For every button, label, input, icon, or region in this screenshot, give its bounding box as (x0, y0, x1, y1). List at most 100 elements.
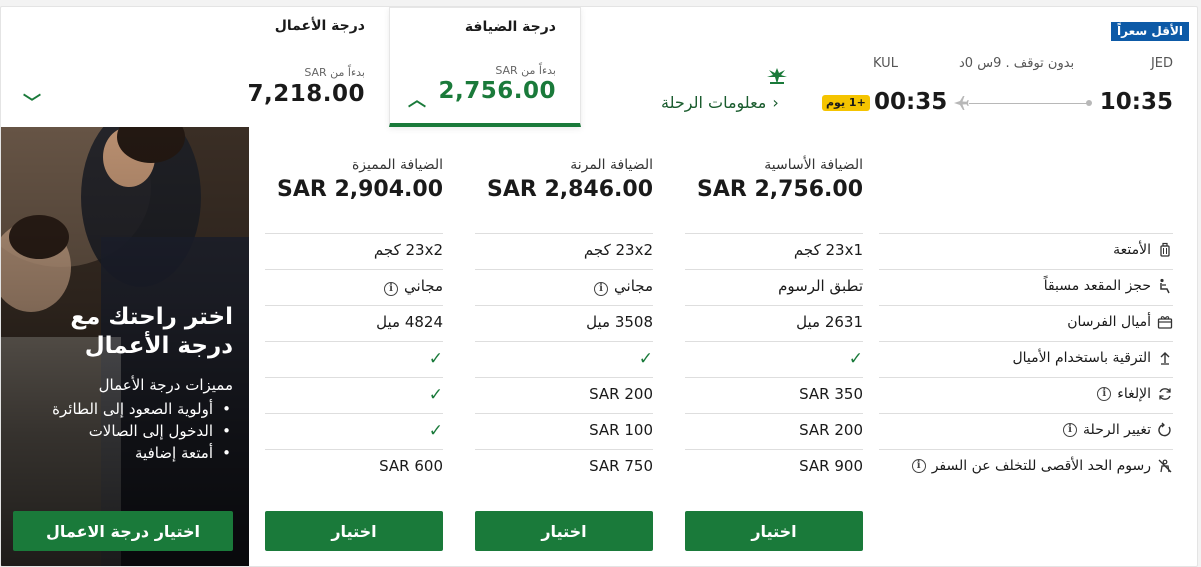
tab-business[interactable]: درجة الأعمال بدءاً من SAR 7,218.00 (248, 7, 381, 127)
fare-price: SAR 2,756.00 (696, 177, 863, 202)
chevron-up-icon: ︿ (408, 90, 426, 111)
fare-cell-value: 2631 ميل (796, 313, 863, 331)
promo-perk-item: الدخول إلى الصالات (33, 420, 233, 442)
fare-flex-header: الضيافة المرنة SAR 2,846.00 (475, 157, 653, 202)
fare-cell-upgrade: ✓ (265, 349, 443, 369)
fare-name: الضيافة الأساسية (764, 157, 863, 173)
fare-cell-value: تطبق الرسوم (778, 277, 863, 295)
arrival-time: 00:35 (874, 89, 948, 115)
upgrade-arrow-icon (1157, 350, 1173, 366)
fare-cell-seat: مجاني i (265, 277, 443, 296)
row-divider (685, 377, 863, 378)
fare-cell-value: 4824 ميل (376, 313, 443, 331)
next-day-badge: +1 يوم (822, 95, 870, 111)
fare-cell-change: ✓ (265, 421, 443, 441)
feature-label: أميال الفرسان (1067, 314, 1151, 330)
fare-cell-value: مجاني (614, 277, 653, 295)
info-icon[interactable]: i (594, 282, 609, 296)
tab-business-title: درجة الأعمال (274, 18, 365, 34)
fare-cell-miles: 2631 ميل (685, 313, 863, 331)
fare-cell-cancel: SAR 200 (475, 385, 653, 403)
select-flex-button[interactable]: اختيار (475, 511, 653, 551)
feature-label: الترقية باستخدام الأميال (1012, 350, 1151, 366)
fare-cell-miles: 3508 ميل (475, 313, 653, 331)
cheapest-badge: الأقل سعراً (1111, 22, 1189, 41)
row-divider (475, 413, 653, 414)
fare-cell-change: SAR 200 (685, 421, 863, 439)
check-icon: ✓ (848, 349, 863, 369)
promo-perk-item: أمتعة إضافية (33, 442, 233, 464)
row-divider (475, 269, 653, 270)
feature-seat: حجز المقعد مسبقاً (877, 278, 1173, 294)
info-icon[interactable]: i (384, 282, 399, 296)
fare-cell-noshow: SAR 750 (475, 457, 653, 475)
tab-economy[interactable]: درجة الضيافة بدءاً من SAR 2,756.00 ︿ (389, 7, 581, 127)
info-icon[interactable]: i (1063, 423, 1078, 437)
fare-cell-seat: تطبق الرسوم (685, 277, 863, 295)
fare-cell-value: SAR 750 (589, 457, 653, 475)
gift-icon (1157, 314, 1173, 330)
row-divider (879, 413, 1173, 414)
select-premium-button[interactable]: اختيار (265, 511, 443, 551)
route-line (969, 103, 1089, 104)
fare-cell-value: SAR 900 (799, 457, 863, 475)
tab-business-from: بدءاً من SAR (304, 66, 365, 79)
fare-cell-value: SAR 200 (589, 385, 653, 403)
fare-price: SAR 2,846.00 (486, 177, 653, 202)
fare-cell-miles: 4824 ميل (265, 313, 443, 331)
fare-cell-seat: مجاني i (475, 277, 653, 296)
no-show-icon (1157, 458, 1173, 474)
feature-label: حجز المقعد مسبقاً (1043, 278, 1151, 294)
fare-cell-value: 23x2 كجم (583, 241, 653, 259)
seat-icon (1157, 278, 1173, 294)
feature-change: تغيير الرحلة i (877, 422, 1173, 438)
fare-cell-value: مجاني (404, 277, 443, 295)
flight-info-link[interactable]: ‹ معلومات الرحلة (661, 93, 779, 112)
check-icon: ✓ (428, 349, 443, 369)
select-basic-button[interactable]: اختيار (685, 511, 863, 551)
row-divider (685, 305, 863, 306)
fare-price: SAR 2,904.00 (276, 177, 443, 202)
row-divider (475, 233, 653, 234)
airline-logo-icon (767, 68, 787, 84)
fare-cell-value: 23x1 كجم (793, 241, 863, 259)
feature-miles: أميال الفرسان (877, 314, 1173, 330)
row-divider (475, 305, 653, 306)
tab-economy-title: درجة الضيافة (464, 19, 556, 35)
flight-card: الأقل سعراً JED بدون توقف . 9س 0د KUL 10… (0, 6, 1198, 567)
row-divider (879, 233, 1173, 234)
check-icon: ✓ (428, 421, 443, 441)
chevron-down-icon[interactable]: ﹀ (23, 89, 41, 115)
fare-cell-value: 23x2 كجم (373, 241, 443, 259)
row-divider (879, 449, 1173, 450)
row-divider (265, 341, 443, 342)
row-divider (879, 269, 1173, 270)
fare-cell-change: SAR 100 (475, 421, 653, 439)
row-divider (685, 449, 863, 450)
fare-cell-upgrade: ✓ (475, 349, 653, 369)
info-icon[interactable]: i (911, 459, 926, 473)
fare-premium-header: الضيافة المميزة SAR 2,904.00 (265, 157, 443, 202)
tab-business-price: 7,218.00 (247, 81, 365, 107)
fare-cell-value: SAR 600 (379, 457, 443, 475)
info-icon[interactable]: i (1097, 387, 1112, 401)
select-business-button[interactable]: اختيار درجة الاعمال (13, 511, 233, 551)
row-divider (685, 413, 863, 414)
fare-name: الضيافة المرنة (570, 157, 653, 173)
promo-subtitle: مميزات درجة الأعمال (98, 376, 233, 394)
chevron-left-icon: ‹ (772, 93, 779, 112)
flight-duration: بدون توقف . 9س 0د (959, 56, 1075, 71)
feature-label: الإلغاء (1117, 386, 1151, 402)
check-icon: ✓ (638, 349, 653, 369)
row-divider (265, 377, 443, 378)
fare-cell-noshow: SAR 900 (685, 457, 863, 475)
row-divider (265, 449, 443, 450)
row-divider (265, 305, 443, 306)
promo-perk-item: أولوية الصعود إلى الطائرة (33, 398, 233, 420)
feature-baggage: الأمتعة (877, 242, 1173, 258)
luggage-icon (1157, 242, 1173, 258)
tab-economy-from: بدءاً من SAR (495, 64, 556, 77)
row-divider (685, 341, 863, 342)
refresh-icon (1157, 386, 1173, 402)
fare-cell-baggage: 23x2 كجم (475, 241, 653, 259)
